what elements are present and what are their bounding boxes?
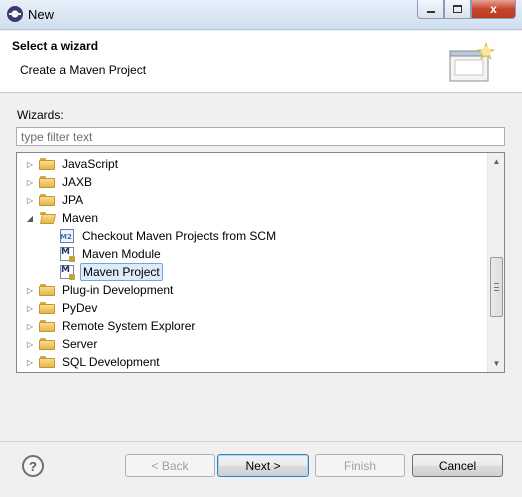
tree-item-maven-project[interactable]: M Maven Project [59, 263, 163, 281]
maven-project-icon: M [59, 264, 75, 280]
vertical-scrollbar[interactable]: ▲ ▼ [487, 153, 504, 372]
maximize-icon [453, 5, 462, 13]
tree-item-label: SQL Development [62, 355, 160, 369]
finish-button[interactable]: Finish [315, 454, 405, 477]
folder-icon [39, 320, 55, 332]
folder-icon [39, 338, 55, 350]
folder-icon [39, 194, 55, 206]
tree-item-label: Server [62, 337, 98, 351]
back-button[interactable]: < Back [125, 454, 215, 477]
tree-item-jpa[interactable]: ▷ JPA [25, 191, 85, 209]
expand-arrow-icon[interactable]: ▷ [25, 357, 35, 367]
close-icon: x [490, 2, 497, 16]
wizard-banner: Select a wizard Create a Maven Project [0, 31, 522, 93]
collapse-arrow-icon[interactable]: ◢ [25, 213, 35, 223]
expand-arrow-icon[interactable]: ▷ [25, 285, 35, 295]
tree-item-label: JPA [62, 193, 84, 207]
tree-item-remote-system-explorer[interactable]: ▷ Remote System Explorer [25, 317, 197, 335]
cancel-button[interactable]: Cancel [412, 454, 503, 477]
expand-arrow-icon[interactable]: ▷ [25, 321, 35, 331]
tree-item-label: PyDev [62, 301, 98, 315]
tree-item-label: JavaScript [62, 157, 119, 171]
tree-item-maven-module[interactable]: M Maven Module [59, 245, 163, 263]
tree-item-label: Maven [62, 211, 99, 225]
expand-arrow-icon[interactable]: ▷ [25, 159, 35, 169]
scrollbar-thumb[interactable] [490, 257, 503, 317]
grip-icon [494, 283, 499, 291]
minimize-icon [426, 11, 435, 13]
next-button[interactable]: Next > [217, 454, 309, 477]
expand-arrow-icon[interactable]: ▷ [25, 339, 35, 349]
new-wizard-graphic-icon [449, 42, 495, 82]
tree-item-checkout-maven-projects[interactable]: M2 Checkout Maven Projects from SCM [59, 227, 278, 245]
folder-icon [39, 158, 55, 170]
wizards-label: Wizards: [17, 108, 64, 122]
scroll-up-arrow-icon[interactable]: ▲ [488, 153, 504, 170]
maven-checkout-icon: M2 [59, 228, 75, 244]
folder-icon [39, 356, 55, 368]
wizard-tree[interactable]: ▷ JavaScript ▷ JAXB ▷ JPA ◢ Maven M2 Che… [16, 152, 505, 373]
open-folder-icon [39, 212, 57, 224]
tree-item-maven[interactable]: ◢ Maven [25, 209, 100, 227]
folder-icon [39, 176, 55, 188]
help-button[interactable]: ? [22, 455, 44, 477]
expand-arrow-icon[interactable]: ▷ [25, 195, 35, 205]
close-button[interactable]: x [471, 0, 516, 19]
tree-item-pydev[interactable]: ▷ PyDev [25, 299, 99, 317]
tree-item-label-selected: Maven Project [80, 263, 163, 281]
banner-description: Create a Maven Project [20, 63, 147, 77]
window-title: New [28, 7, 55, 22]
expand-arrow-icon[interactable]: ▷ [25, 177, 35, 187]
banner-title: Select a wizard [12, 39, 99, 53]
tree-item-plugin-development[interactable]: ▷ Plug-in Development [25, 281, 175, 299]
eclipse-icon [7, 6, 23, 22]
maximize-button[interactable] [444, 0, 471, 19]
tree-item-server[interactable]: ▷ Server [25, 335, 99, 353]
scroll-down-arrow-icon[interactable]: ▼ [488, 355, 504, 372]
expand-arrow-icon[interactable]: ▷ [25, 303, 35, 313]
footer-divider [0, 441, 522, 442]
tree-item-label: Plug-in Development [62, 283, 174, 297]
filter-input[interactable] [16, 127, 505, 146]
maven-module-icon: M [59, 246, 75, 262]
minimize-button[interactable] [417, 0, 444, 19]
title-bar[interactable]: New x [0, 0, 522, 30]
tree-item-label: Checkout Maven Projects from SCM [82, 229, 277, 243]
folder-icon [39, 302, 55, 314]
tree-item-jaxb[interactable]: ▷ JAXB [25, 173, 94, 191]
window-controls: x [417, 0, 516, 19]
tree-item-javascript[interactable]: ▷ JavaScript [25, 155, 120, 173]
tree-item-label: Maven Module [82, 247, 161, 261]
folder-icon [39, 284, 55, 296]
help-icon: ? [29, 458, 37, 474]
tree-item-sql-development[interactable]: ▷ SQL Development [25, 353, 162, 371]
tree-item-label: JAXB [62, 175, 93, 189]
tree-item-label: Remote System Explorer [62, 319, 196, 333]
